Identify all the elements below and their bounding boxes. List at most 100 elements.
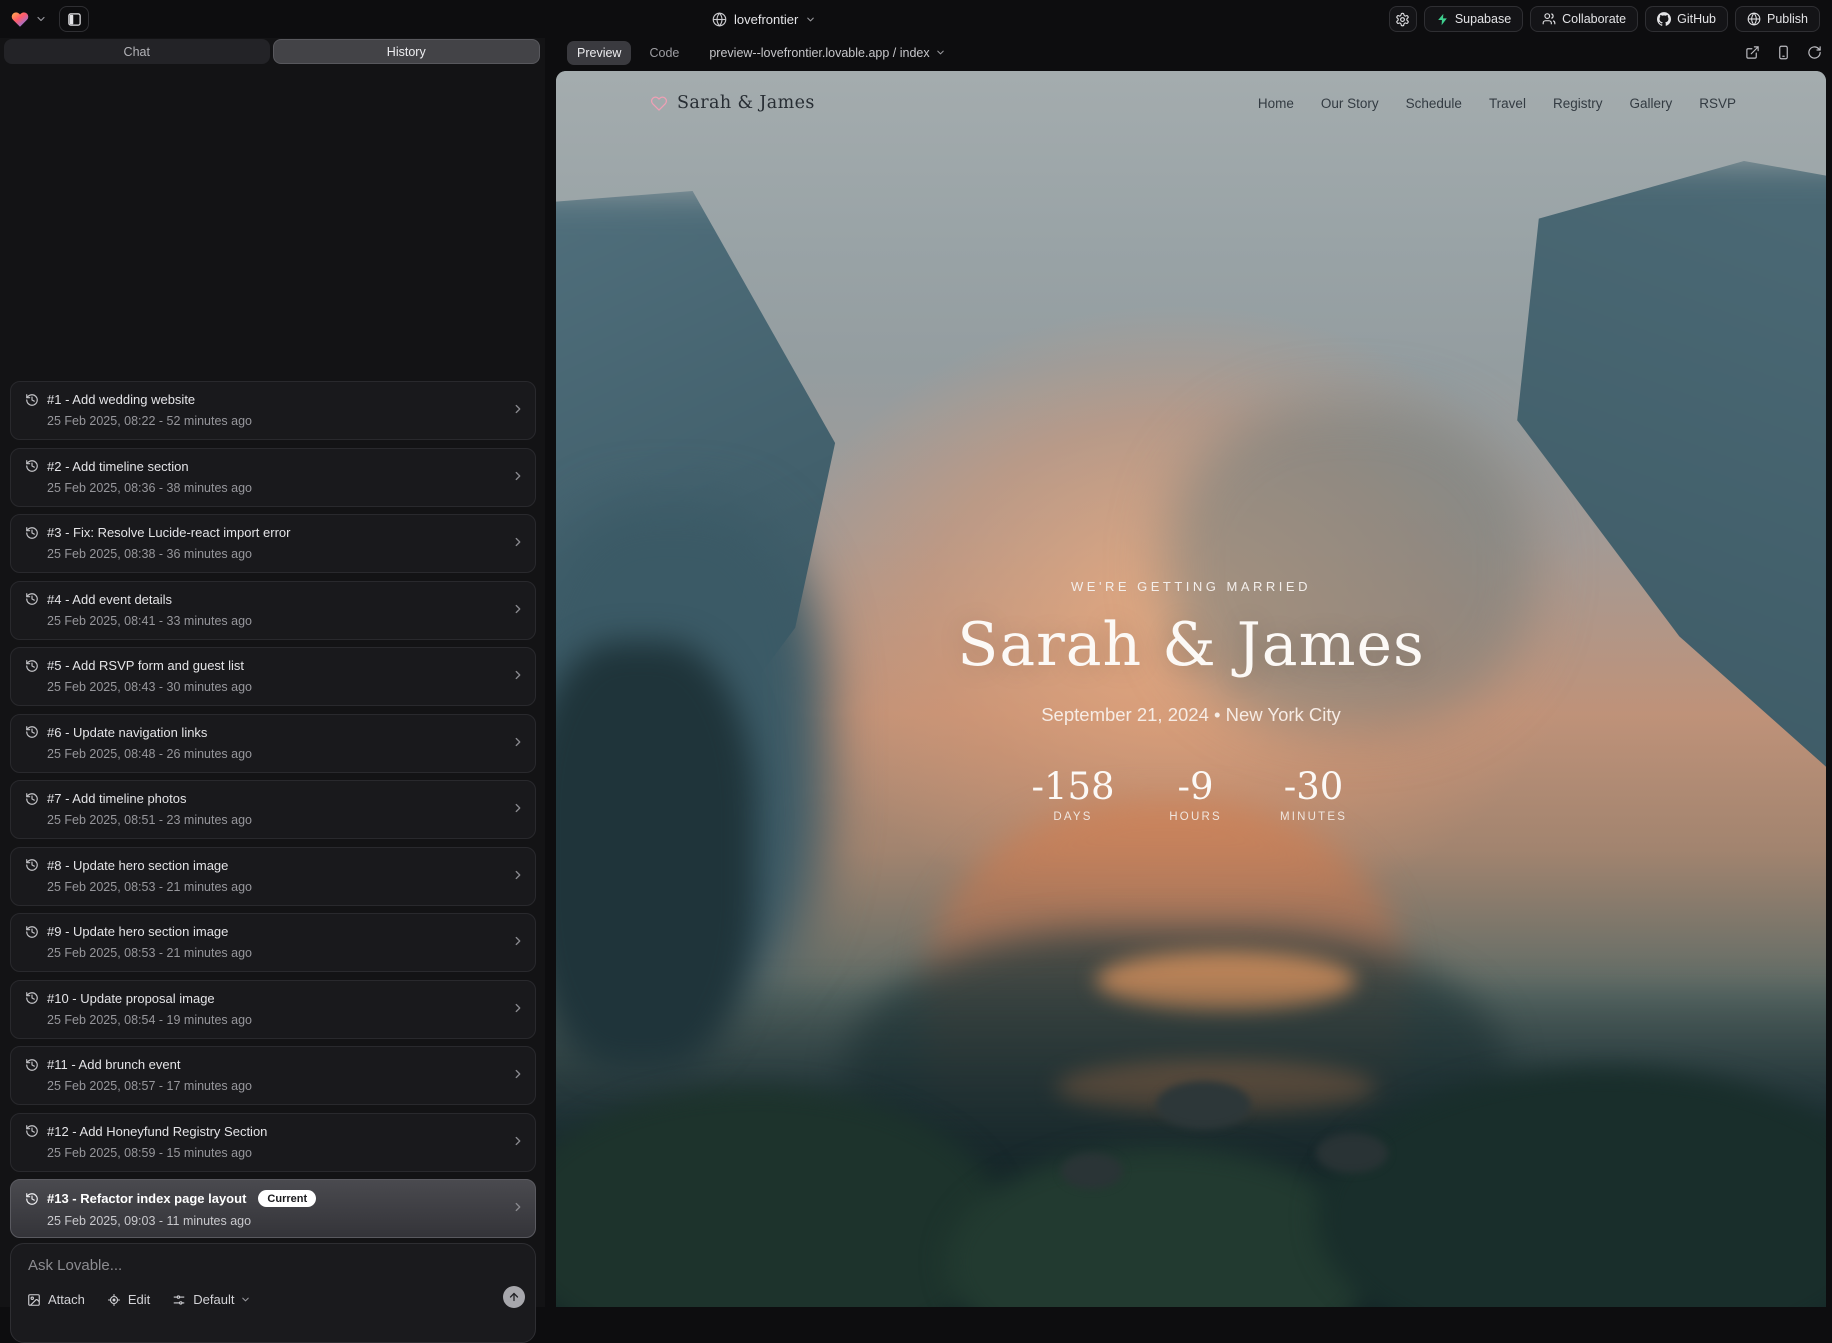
history-clock-icon: [25, 659, 39, 673]
history-clock-icon: [25, 393, 39, 407]
history-item[interactable]: #2 - Add timeline section 25 Feb 2025, 0…: [10, 448, 536, 507]
publish-label: Publish: [1767, 12, 1808, 26]
history-clock-icon: [25, 925, 39, 939]
history-item[interactable]: #4 - Add event details 25 Feb 2025, 08:4…: [10, 581, 536, 640]
site-nav-link[interactable]: Gallery: [1629, 96, 1672, 111]
arrow-up-icon: [508, 1291, 520, 1303]
open-in-new-window-icon[interactable]: [1745, 45, 1760, 60]
history-item-row: #6 - Update navigation links: [25, 725, 501, 740]
send-button[interactable]: [503, 1286, 525, 1308]
site-brand[interactable]: Sarah & James: [650, 93, 815, 113]
topbar-left: [10, 0, 89, 38]
history-item-row: #13 - Refactor index page layout Current: [25, 1190, 501, 1207]
history-item-title: #12 - Add Honeyfund Registry Section: [47, 1124, 267, 1139]
current-badge: Current: [258, 1190, 316, 1207]
publish-button[interactable]: Publish: [1735, 6, 1820, 32]
history-item-row: #8 - Update hero section image: [25, 858, 501, 873]
countdown-column: -158 DAYS: [1031, 768, 1114, 823]
history-item[interactable]: #5 - Add RSVP form and guest list 25 Feb…: [10, 647, 536, 706]
tab-code[interactable]: Code: [639, 41, 689, 65]
history-clock-icon: [25, 858, 39, 872]
history-item-timestamp: 25 Feb 2025, 08:57 - 17 minutes ago: [47, 1079, 501, 1093]
supabase-label: Supabase: [1455, 12, 1511, 26]
chevron-right-icon[interactable]: [511, 801, 525, 815]
panel-tabs: Chat History: [4, 39, 540, 64]
history-item[interactable]: #6 - Update navigation links 25 Feb 2025…: [10, 714, 536, 773]
composer-actions: Attach Edit Default: [27, 1292, 251, 1307]
countdown: -158 DAYS -9 HOURS -30 MINUTES: [556, 768, 1826, 823]
settings-button[interactable]: [1389, 6, 1417, 32]
chat-composer: Attach Edit Default: [10, 1243, 536, 1343]
sidebar-toggle-button[interactable]: [59, 6, 89, 32]
history-item[interactable]: #12 - Add Honeyfund Registry Section 25 …: [10, 1113, 536, 1172]
history-item[interactable]: #8 - Update hero section image 25 Feb 20…: [10, 847, 536, 906]
chevron-right-icon[interactable]: [511, 602, 525, 616]
site-nav-link[interactable]: Our Story: [1321, 96, 1379, 111]
attach-label: Attach: [48, 1292, 85, 1307]
history-item-timestamp: 25 Feb 2025, 08:43 - 30 minutes ago: [47, 680, 501, 694]
chevron-right-icon[interactable]: [511, 1001, 525, 1015]
history-clock-icon: [25, 592, 39, 606]
history-item-title: #11 - Add brunch event: [47, 1057, 180, 1072]
ask-lovable-input[interactable]: [28, 1253, 489, 1277]
preview-url[interactable]: preview--lovefrontier.lovable.app / inde…: [709, 46, 945, 60]
chevron-right-icon[interactable]: [511, 735, 525, 749]
history-clock-icon: [25, 459, 39, 473]
history-item[interactable]: #11 - Add brunch event 25 Feb 2025, 08:5…: [10, 1046, 536, 1105]
topbar-actions: Supabase Collaborate GitHub Publish: [1389, 6, 1820, 32]
mode-select[interactable]: Default: [172, 1292, 251, 1307]
supabase-button[interactable]: Supabase: [1424, 6, 1523, 32]
preview-toolbar: Preview Code preview--lovefrontier.lovab…: [567, 40, 1822, 65]
collaborate-button[interactable]: Collaborate: [1530, 6, 1638, 32]
history-item-row: #9 - Update hero section image: [25, 924, 501, 939]
history-item-row: #12 - Add Honeyfund Registry Section: [25, 1124, 501, 1139]
history-item[interactable]: #3 - Fix: Resolve Lucide-react import er…: [10, 514, 536, 573]
site-nav-link[interactable]: Registry: [1553, 96, 1603, 111]
chevron-right-icon[interactable]: [511, 934, 525, 948]
countdown-value: -158: [1031, 768, 1114, 805]
attach-button[interactable]: Attach: [27, 1292, 85, 1307]
chevron-right-icon[interactable]: [511, 535, 525, 549]
site-nav-link[interactable]: Schedule: [1406, 96, 1462, 111]
gear-icon: [1395, 12, 1410, 27]
select-target-icon: [107, 1293, 121, 1307]
lovable-logo-heart-icon[interactable]: [10, 10, 30, 29]
github-button[interactable]: GitHub: [1645, 6, 1728, 32]
countdown-column: -9 HOURS: [1159, 768, 1233, 823]
chevron-right-icon[interactable]: [511, 469, 525, 483]
history-item-title: #8 - Update hero section image: [47, 858, 228, 873]
edit-button[interactable]: Edit: [107, 1292, 150, 1307]
history-clock-icon: [25, 1192, 39, 1206]
tab-history[interactable]: History: [273, 39, 541, 64]
history-item-timestamp: 25 Feb 2025, 08:59 - 15 minutes ago: [47, 1146, 501, 1160]
project-chevron-down-icon: [805, 14, 816, 25]
chevron-right-icon[interactable]: [511, 1067, 525, 1081]
site-nav-link[interactable]: Home: [1258, 96, 1294, 111]
history-item[interactable]: #13 - Refactor index page layout Current…: [10, 1179, 536, 1238]
users-icon: [1542, 12, 1556, 26]
project-switcher[interactable]: lovefrontier: [712, 0, 816, 38]
chevron-right-icon[interactable]: [511, 868, 525, 882]
history-item[interactable]: #1 - Add wedding website 25 Feb 2025, 08…: [10, 381, 536, 440]
history-item-row: #4 - Add event details: [25, 592, 501, 607]
chevron-right-icon[interactable]: [511, 402, 525, 416]
tab-preview[interactable]: Preview: [567, 41, 631, 65]
mode-label: Default: [193, 1292, 234, 1307]
workspace-chevron-down-icon[interactable]: [35, 13, 47, 25]
chevron-right-icon[interactable]: [511, 1134, 525, 1148]
chevron-right-icon[interactable]: [511, 1200, 525, 1214]
history-item[interactable]: #7 - Add timeline photos 25 Feb 2025, 08…: [10, 780, 536, 839]
site-nav-link[interactable]: Travel: [1489, 96, 1526, 111]
history-item[interactable]: #10 - Update proposal image 25 Feb 2025,…: [10, 980, 536, 1039]
refresh-icon[interactable]: [1807, 45, 1822, 60]
history-item-row: #3 - Fix: Resolve Lucide-react import er…: [25, 525, 501, 540]
history-item-row: #5 - Add RSVP form and guest list: [25, 658, 501, 673]
site-nav-link[interactable]: RSVP: [1699, 96, 1736, 111]
history-item-title: #5 - Add RSVP form and guest list: [47, 658, 244, 673]
hero-content: WE'RE GETTING MARRIED Sarah & James Sept…: [556, 579, 1826, 823]
chevron-right-icon[interactable]: [511, 668, 525, 682]
history-item[interactable]: #9 - Update hero section image 25 Feb 20…: [10, 913, 536, 972]
tab-chat[interactable]: Chat: [4, 39, 270, 64]
mobile-view-icon[interactable]: [1776, 45, 1791, 60]
project-name: lovefrontier: [734, 12, 798, 27]
